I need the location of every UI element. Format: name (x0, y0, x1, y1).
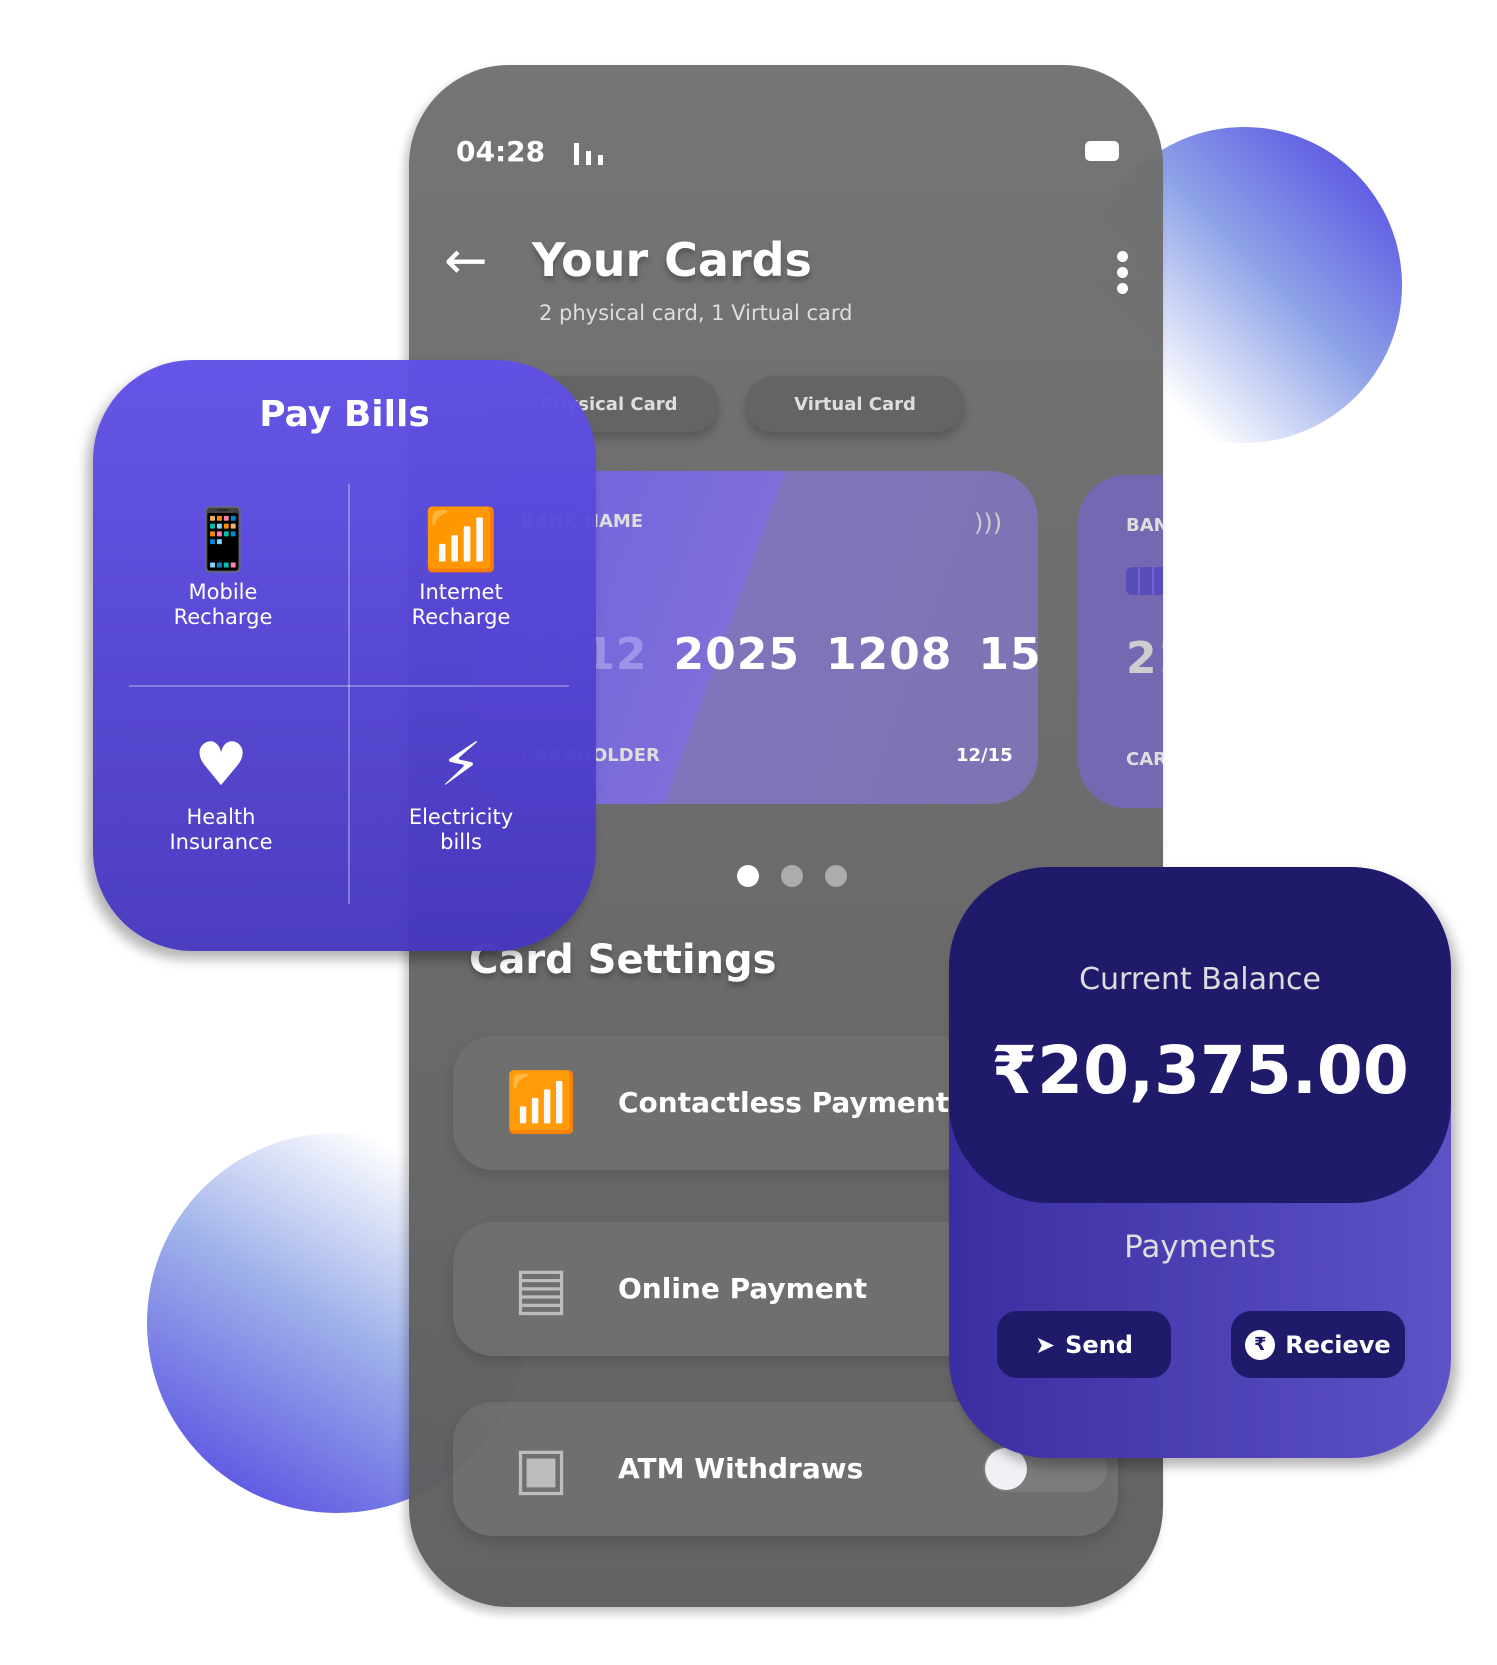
lightning-icon: ⚡ (439, 730, 483, 800)
divider (348, 484, 350, 904)
atm-icon: ▣ (513, 1434, 569, 1502)
signal-bars-icon (574, 143, 603, 165)
next-card[interactable]: BAN 21 CAR (1078, 475, 1163, 808)
bank-name: BAN (1126, 515, 1163, 536)
payments-label: Payments (1124, 1229, 1276, 1265)
current-balance-label: Current Balance (1079, 962, 1321, 997)
back-arrow-icon[interactable]: ← (444, 235, 488, 287)
bill-electricity[interactable]: ⚡ Electricity bills (361, 725, 561, 855)
cardholder: CAR (1126, 749, 1163, 770)
bill-label: Mobile Recharge (173, 580, 273, 630)
battery-icon (1085, 141, 1119, 161)
setting-label: Contactless Payment (618, 1086, 950, 1119)
pay-bills-title: Pay Bills (259, 394, 430, 435)
carousel-dot[interactable] (781, 865, 803, 887)
card-expiry: 12/15 (956, 745, 1013, 766)
contactless-icon: 📶 (505, 1068, 578, 1136)
pay-bills-panel: Pay Bills 📱 Mobile Recharge 📶 Internet R… (93, 360, 596, 951)
bill-health-insurance[interactable]: ♥ Health Insurance (121, 725, 321, 855)
receive-label: Recieve (1285, 1330, 1391, 1359)
card-number-group: 1208 (825, 629, 953, 680)
rupee-icon: ₹ (1245, 1329, 1276, 1360)
bill-internet-recharge[interactable]: 📶 Internet Recharge (361, 500, 561, 630)
balance-value: 20,375.00 (1037, 1032, 1409, 1109)
tab-virtual-card[interactable]: Virtual Card (746, 376, 964, 432)
balance-panel: Current Balance ₹20,375.00 Payments ➤ Se… (949, 867, 1451, 1458)
carousel-dots[interactable] (737, 865, 847, 887)
bill-label: Electricity bills (408, 805, 514, 855)
balance-amount: ₹20,375.00 (949, 1032, 1451, 1109)
status-time: 04:28 (456, 135, 546, 168)
bill-label: Health Insurance (169, 805, 273, 855)
rupee-symbol: ₹ (991, 1032, 1038, 1109)
card-number-group: 21 (1126, 633, 1163, 684)
receive-button[interactable]: ₹ Recieve (1231, 1311, 1405, 1378)
carousel-dot[interactable] (825, 865, 847, 887)
card-number-group: 1565 (978, 629, 1038, 680)
page-title: Your Cards (532, 233, 812, 287)
send-label: Send (1065, 1330, 1133, 1359)
bill-label: Internet Recharge (411, 580, 511, 630)
wifi-icon: 📶 (423, 505, 499, 575)
more-options-icon[interactable] (1117, 251, 1128, 294)
send-button[interactable]: ➤ Send (997, 1311, 1171, 1378)
balance-header: Current Balance ₹20,375.00 (949, 867, 1451, 1203)
page-subtitle: 2 physical card, 1 Virtual card (539, 301, 853, 325)
contactless-icon: ))) (974, 509, 1003, 537)
paper-plane-icon: ➤ (1035, 1330, 1056, 1359)
online-payment-icon: ▤ (513, 1254, 569, 1322)
divider (129, 685, 569, 687)
chip-icon (1126, 567, 1163, 595)
heart-pulse-icon: ♥ (194, 730, 248, 800)
bill-mobile-recharge[interactable]: 📱 Mobile Recharge (123, 500, 323, 630)
setting-label: Online Payment (618, 1272, 868, 1305)
mobile-icon: 📱 (185, 505, 261, 575)
carousel-dot[interactable] (737, 865, 759, 887)
card-number-group: 2025 (673, 629, 800, 680)
setting-label: ATM Withdraws (618, 1452, 864, 1485)
